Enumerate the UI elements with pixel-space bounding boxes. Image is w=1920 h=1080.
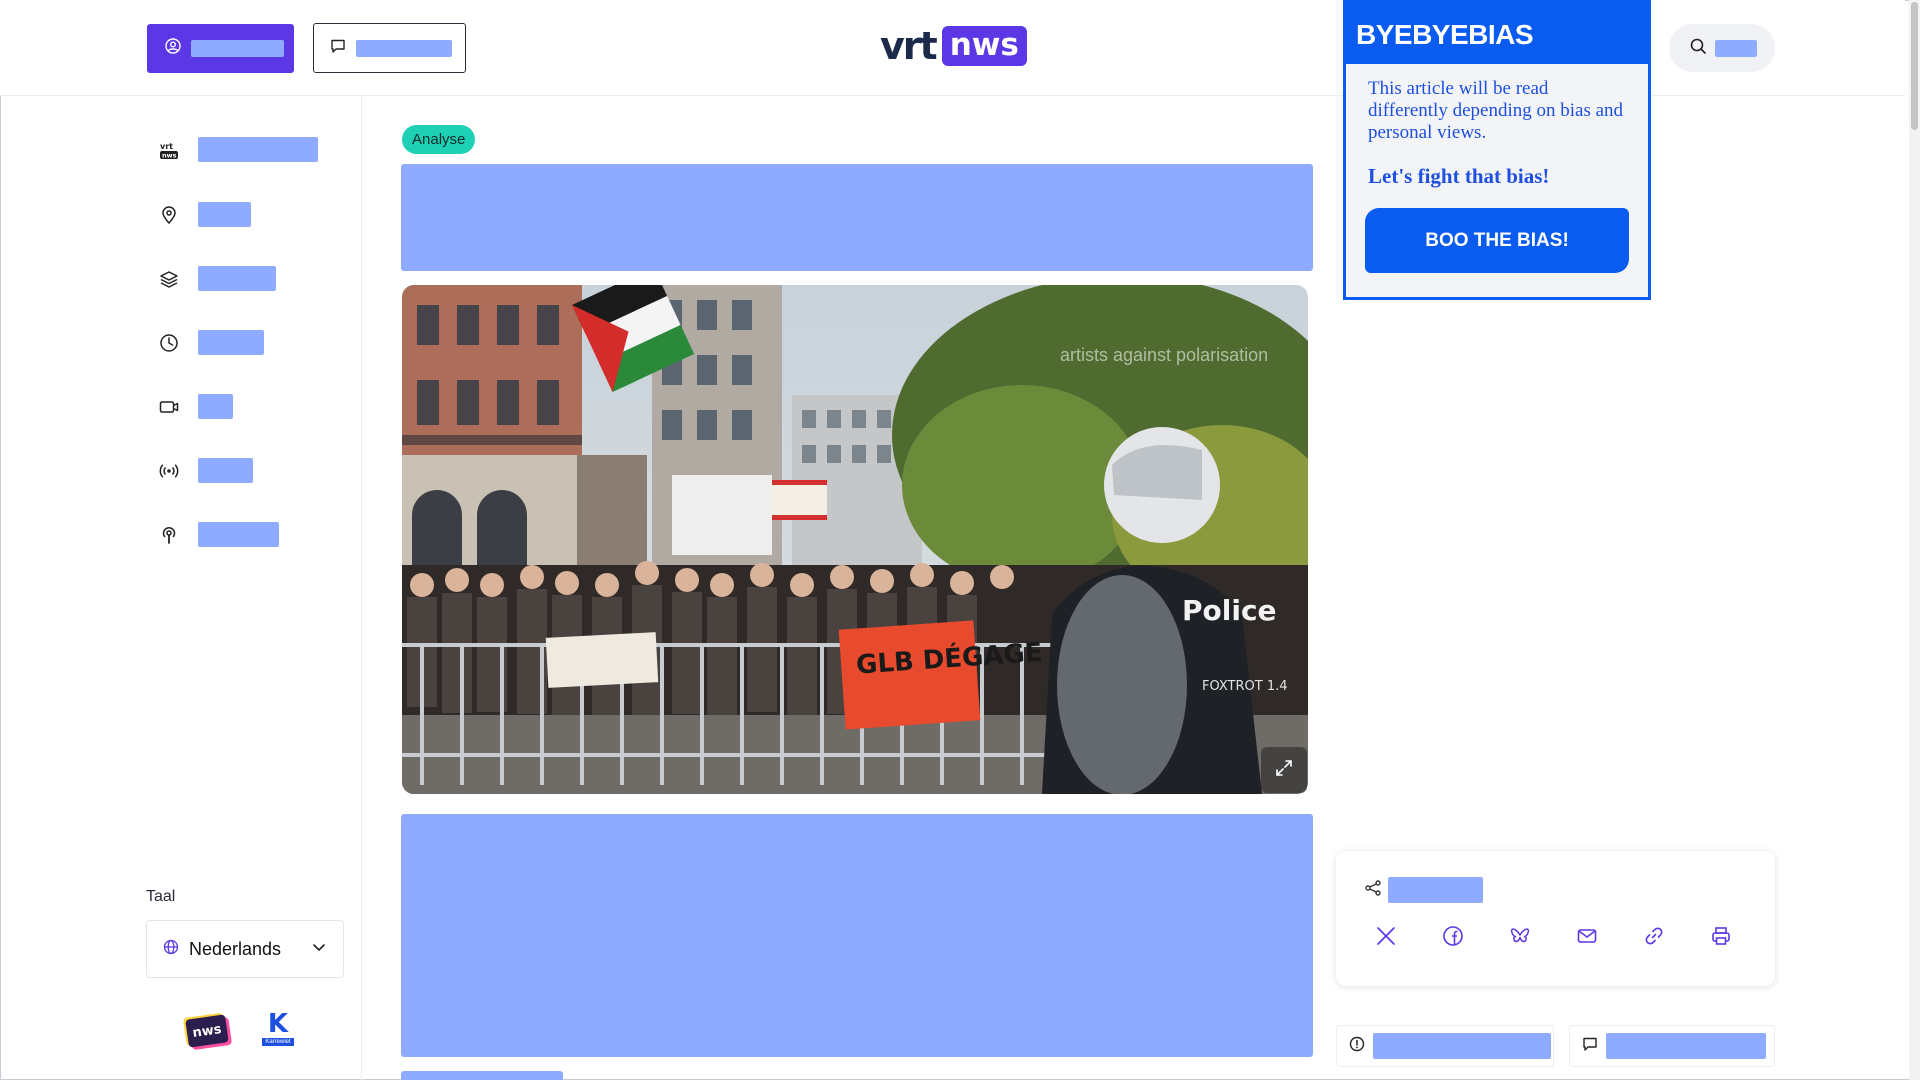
info-icon — [1349, 1036, 1365, 1057]
article-lead — [401, 814, 1313, 1057]
feedback-button-label — [356, 39, 452, 57]
sidebar-item-live[interactable] — [158, 458, 253, 483]
sidebar-item-label — [198, 137, 318, 162]
karrewiet-logo[interactable]: K Karrewiet — [257, 1010, 299, 1052]
search-button-label — [1715, 39, 1757, 57]
karrewiet-logo-caption: Karrewiet — [262, 1038, 294, 1046]
location-pin-icon — [158, 204, 180, 226]
video-camera-icon — [158, 396, 180, 418]
hero-vest-sub: FOXTROT 1.4 — [1202, 679, 1288, 694]
share-icon-row — [1374, 924, 1733, 948]
language-select-value: Nederlands — [189, 938, 282, 959]
logo-vrt: vrt — [880, 24, 938, 68]
report-error-label — [1373, 1033, 1551, 1059]
login-button-label — [191, 40, 284, 57]
facebook-icon[interactable] — [1441, 924, 1465, 948]
byebyebias-ad: BYEBYEBIAS This article will be read dif… — [1343, 0, 1651, 300]
scrollbar-thumb[interactable] — [1911, 2, 1918, 130]
image-watermark: artists against polarisation — [1060, 345, 1269, 365]
page-scrollbar[interactable] — [1909, 0, 1920, 1080]
expand-image-button[interactable] — [1261, 747, 1307, 793]
sidebar-item-podcasts[interactable] — [158, 522, 279, 547]
sidebar-item-label — [198, 266, 276, 291]
share-header — [1364, 877, 1483, 903]
boo-the-bias-button[interactable]: BOO THE BIAS! — [1365, 208, 1629, 273]
search-button[interactable] — [1669, 24, 1775, 72]
article-body-start — [401, 1071, 563, 1080]
article-badge: Analyse — [402, 125, 476, 154]
vrt-nws-logo[interactable]: vrt nws — [880, 26, 1027, 66]
feedback-button[interactable] — [313, 23, 466, 73]
sidebar-item-label — [198, 522, 279, 547]
language-label: Taal — [146, 888, 176, 905]
vrt-nws-icon: vrt nws — [158, 139, 180, 161]
sidebar-item-label — [198, 458, 253, 483]
globe-icon — [163, 939, 179, 960]
svg-text:nws: nws — [162, 151, 177, 159]
share-card — [1336, 851, 1775, 986]
svg-text:vrt: vrt — [160, 142, 173, 151]
ad-body: This article will be read differently de… — [1368, 78, 1624, 143]
broadcast-icon — [158, 460, 180, 482]
layers-icon — [158, 268, 180, 290]
link-icon[interactable] — [1642, 924, 1666, 948]
clock-icon — [158, 332, 180, 354]
print-icon[interactable] — [1709, 924, 1733, 948]
podcast-icon — [158, 524, 180, 546]
language-select[interactable]: Nederlands — [146, 920, 344, 978]
share-label — [1388, 877, 1483, 903]
user-icon — [165, 38, 181, 59]
share-icon — [1364, 879, 1382, 902]
chevron-down-icon — [311, 939, 327, 960]
expand-icon — [1274, 758, 1294, 783]
karrewiet-logo-letter: K — [267, 1009, 289, 1039]
sidebar-item-latest[interactable] — [158, 330, 264, 355]
hero-vest-text: Police — [1182, 594, 1277, 627]
search-icon — [1689, 37, 1707, 60]
sidebar-item-label — [198, 202, 251, 227]
sidebar-item-topics[interactable] — [158, 266, 276, 291]
footer-logos: nws K Karrewiet — [185, 1010, 299, 1052]
report-error-button[interactable] — [1336, 1025, 1554, 1067]
ad-title: BYEBYEBIAS — [1346, 3, 1648, 64]
comment-icon — [330, 38, 346, 59]
sidebar-item-label — [198, 394, 233, 419]
sidebar-item-label — [198, 330, 264, 355]
nws-logo[interactable]: nws — [185, 1014, 229, 1048]
comment-icon — [1582, 1036, 1598, 1057]
login-button[interactable] — [147, 24, 294, 73]
comment-button[interactable] — [1569, 1025, 1775, 1067]
sidebar-item-vrt-nws[interactable]: vrt nws — [158, 137, 318, 162]
sidebar-item-video[interactable] — [158, 394, 233, 419]
x-icon[interactable] — [1374, 924, 1398, 948]
ad-cta-text: Let's fight that bias! — [1368, 164, 1550, 188]
article-title — [401, 164, 1313, 271]
comment-label — [1606, 1033, 1766, 1059]
sidebar-item-regions[interactable] — [158, 202, 251, 227]
bluesky-icon[interactable] — [1508, 924, 1532, 948]
mail-icon[interactable] — [1575, 924, 1599, 948]
logo-nws: nws — [941, 26, 1027, 66]
